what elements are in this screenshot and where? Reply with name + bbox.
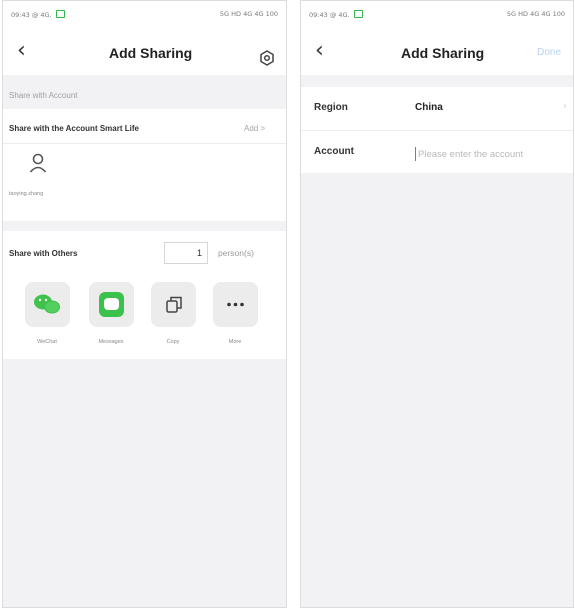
status-bar: 09:43 @ 4G. 5G HD 4G 4G 100 — [3, 1, 286, 31]
nav-bar: ‹ Add Sharing — [3, 31, 286, 75]
divider — [301, 130, 573, 131]
more-icon — [227, 302, 244, 307]
share-more-button[interactable] — [213, 282, 258, 327]
status-time: 09:43 @ 4G. — [11, 10, 65, 19]
section-label-share-with-account: Share with Account — [9, 91, 78, 100]
page-title: Add Sharing — [109, 45, 193, 61]
person-unit-label: person(s) — [218, 248, 254, 258]
status-time-text: 09:43 — [11, 11, 30, 19]
nav-bar: ‹ Add Sharing Done — [301, 31, 573, 75]
status-indicators: @ 4G. — [31, 11, 52, 19]
account-input[interactable] — [415, 147, 568, 161]
settings-icon[interactable] — [259, 50, 275, 66]
page-title: Add Sharing — [401, 45, 485, 61]
status-bar: 09:43 @ 4G. 5G HD 4G 4G 100 — [301, 1, 573, 31]
notification-icon — [55, 10, 65, 18]
status-signal-battery: 5G HD 4G 4G 100 — [219, 10, 278, 18]
chevron-right-icon[interactable]: › — [563, 101, 567, 112]
share-app-label: Messages — [98, 339, 124, 345]
add-sharing-account-screen: 09:43 @ 4G. 5G HD 4G 4G 100 ‹ Add Sharin… — [300, 0, 574, 608]
share-wechat-button[interactable] — [25, 282, 70, 327]
account-row-title: Share with the Account Smart Life — [9, 124, 139, 133]
region-label: Region — [314, 102, 348, 113]
user-avatar-icon[interactable] — [29, 153, 47, 173]
wechat-icon — [34, 294, 60, 314]
share-messages-button[interactable] — [89, 282, 134, 327]
add-account-link[interactable]: Add > — [244, 124, 265, 133]
back-icon[interactable]: ‹ — [315, 40, 324, 62]
share-copy-button[interactable] — [151, 282, 196, 327]
messages-icon — [99, 292, 124, 317]
region-value[interactable]: China — [415, 102, 443, 113]
share-app-label: WeChat — [37, 339, 57, 345]
status-time-text: 09:43 — [309, 11, 328, 19]
back-icon[interactable]: ‹ — [17, 40, 26, 62]
account-label: Account — [314, 146, 354, 157]
status-indicators: @ 4G. — [329, 11, 350, 19]
person-count-input[interactable]: 1 — [164, 242, 208, 264]
status-signal-battery: 5G HD 4G 4G 100 — [506, 10, 565, 18]
copy-icon — [166, 296, 182, 313]
share-app-label: Copy — [166, 339, 180, 345]
done-button[interactable]: Done — [537, 47, 561, 58]
share-app-label: More — [228, 339, 242, 345]
divider — [3, 143, 286, 144]
others-row-title: Share with Others — [9, 249, 78, 258]
add-sharing-screen: 09:43 @ 4G. 5G HD 4G 4G 100 ‹ Add Sharin… — [2, 0, 287, 608]
shared-user-name: taoying.zhang — [9, 191, 44, 197]
status-time: 09:43 @ 4G. — [309, 10, 363, 19]
notification-icon — [353, 10, 363, 18]
